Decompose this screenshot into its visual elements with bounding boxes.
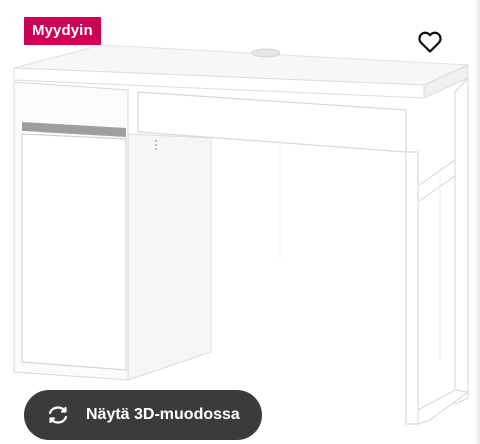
product-image[interactable] [0,0,480,444]
heart-outline-icon [418,31,442,53]
bestseller-badge: Myydyin [24,17,101,45]
product-image-viewer: Myydyin Näytä 3D-muodossa [0,0,480,444]
view-3d-button[interactable]: Näytä 3D-muodossa [24,390,262,440]
rotate-arrows-icon [44,404,72,426]
favorite-button[interactable] [412,24,448,60]
view-3d-label: Näytä 3D-muodossa [86,406,240,423]
right-edge-shadow [474,0,480,444]
